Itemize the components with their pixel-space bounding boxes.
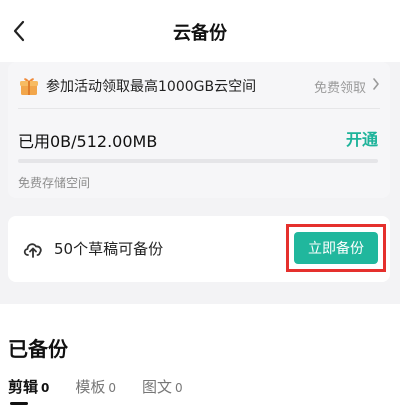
tab-count: 0 — [108, 381, 117, 395]
top-bar: 云备份 — [0, 0, 400, 62]
promo-row[interactable]: 参加活动领取最高1000GB云空间 免费领取 — [18, 70, 380, 102]
tab-label: 剪辑 — [8, 378, 39, 396]
tab-edits[interactable]: 剪辑 0 — [8, 376, 49, 397]
storage-progress-bar — [18, 159, 378, 163]
free-storage-label: 免费存储空间 — [18, 176, 91, 190]
chevron-right-icon — [372, 78, 380, 94]
tab-count: 0 — [175, 381, 183, 395]
tab-templates[interactable]: 模板 0 — [75, 376, 116, 397]
backed-tabs: 剪辑 0 模板 0 图文 0 — [8, 376, 183, 397]
active-tab-indicator — [10, 402, 28, 405]
storage-used-label: 已用0B/512.00MB — [18, 132, 158, 151]
tab-count: 0 — [41, 381, 50, 395]
section-title: 已备份 — [8, 337, 68, 361]
free-claim-link[interactable]: 免费领取 — [314, 77, 380, 96]
free-claim-label: 免费领取 — [313, 80, 366, 96]
backup-now-button[interactable]: 立即备份 — [294, 232, 378, 264]
page-title: 云备份 — [173, 23, 227, 44]
gift-icon — [18, 75, 40, 97]
divider — [18, 108, 380, 109]
cloud-upload-icon — [22, 238, 44, 260]
tab-label: 图文 — [142, 378, 173, 396]
tab-image-text[interactable]: 图文 0 — [142, 376, 183, 397]
tab-label: 模板 — [75, 378, 106, 396]
storage-card: 参加活动领取最高1000GB云空间 免费领取 已用0B/512.00MB 开通 … — [8, 62, 390, 198]
drafts-available-text: 50个草稿可备份 — [54, 240, 164, 258]
open-button[interactable]: 开通 — [346, 126, 378, 150]
promo-text: 参加活动领取最高1000GB云空间 — [46, 79, 257, 95]
